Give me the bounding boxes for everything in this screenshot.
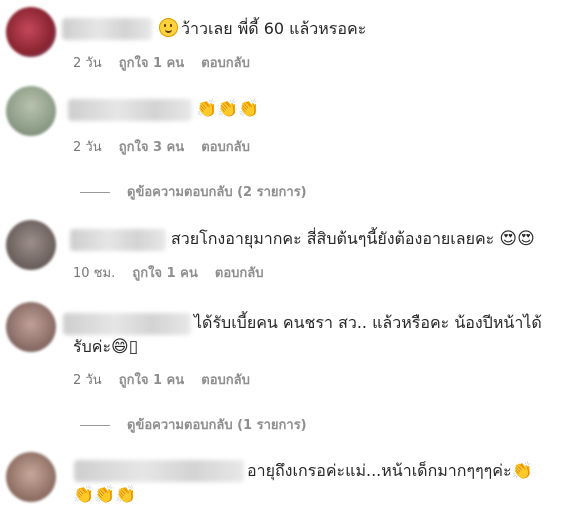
username-blurred[interactable]	[74, 460, 244, 482]
comment-text-line-2: รับค่ะ😄▯	[73, 337, 139, 357]
avatar[interactable]	[6, 452, 56, 502]
comment-meta: 10 ชม. ถูกใจ 1 คน ตอบกลับ	[73, 262, 276, 283]
comment-text: สวยโกงอายุมากคะ สี่สิบต้นๆนี้ยังต้องอายเ…	[171, 229, 535, 249]
username-blurred[interactable]	[68, 99, 192, 121]
reply-button[interactable]: ตอบกลับ	[201, 136, 250, 157]
username-blurred[interactable]	[70, 229, 166, 251]
likes-count[interactable]: ถูกใจ 1 คน	[119, 52, 184, 73]
clapping-hands-icon: 👏👏👏	[73, 485, 137, 505]
avatar[interactable]	[6, 220, 56, 270]
likes-count[interactable]: ถูกใจ 3 คน	[119, 136, 184, 157]
timestamp: 2 วัน	[73, 373, 102, 388]
divider-line	[80, 192, 110, 193]
view-replies-button[interactable]: ดูข้อความตอบกลับ (2 รายการ)	[80, 181, 307, 202]
username-blurred[interactable]	[62, 18, 152, 40]
avatar[interactable]	[6, 86, 56, 136]
username-blurred[interactable]	[63, 313, 191, 335]
avatar[interactable]	[6, 7, 56, 57]
comment-text-line-2: 👏👏👏	[73, 484, 137, 506]
likes-count[interactable]: ถูกใจ 1 คน	[132, 262, 197, 283]
timestamp: 2 วัน	[73, 140, 102, 155]
comment-text: ว้าวเลย พี่ดี้ 60 แล้วหรอคะ	[156, 18, 366, 40]
comment-meta: 2 วัน ถูกใจ 1 คน ตอบกลับ	[73, 369, 263, 390]
heart-eyes-face-icon: 😍😍	[499, 229, 535, 249]
avatar[interactable]	[6, 302, 56, 352]
comment-meta: 2 วัน ถูกใจ 3 คน ตอบกลับ	[73, 136, 263, 157]
slightly-smiling-face-icon	[159, 18, 178, 37]
timestamp: 2 วัน	[73, 56, 102, 71]
comment-meta: 2 วัน ถูกใจ 1 คน ตอบกลับ	[73, 52, 263, 73]
reply-button[interactable]: ตอบกลับ	[201, 52, 250, 73]
comment-text: ได้รับเบี้ยคน คนชรา สว.. แล้วหรือคะ น้อง…	[194, 313, 542, 332]
clapping-hands-icon: 👏	[511, 461, 533, 481]
divider-line	[80, 425, 110, 426]
comment-text: 👏👏👏	[196, 98, 260, 120]
clapping-hands-icon: 👏👏👏	[196, 99, 260, 119]
timestamp: 10 ชม.	[73, 266, 116, 281]
reply-button[interactable]: ตอบกลับ	[215, 262, 264, 283]
likes-count[interactable]: ถูกใจ 1 คน	[119, 369, 184, 390]
comment-text: อายุถึงเกรอค่ะแม่...หน้าเด็กมากๆๆๆค่ะ👏	[247, 461, 533, 481]
view-replies-button[interactable]: ดูข้อความตอบกลับ (1 รายการ)	[80, 414, 307, 435]
grinning-face-icon: 😄▯	[111, 337, 139, 357]
reply-button[interactable]: ตอบกลับ	[201, 369, 250, 390]
